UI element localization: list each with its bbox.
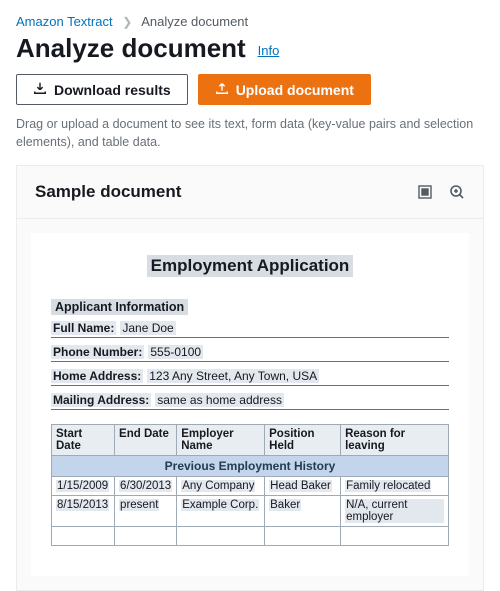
label-home-address: Home Address: (51, 369, 143, 383)
table-row: 1/15/2009 6/30/2013 Any Company Head Bak… (52, 477, 449, 496)
cell: N/A, current employer (345, 499, 444, 523)
chevron-right-icon: ❯ (122, 15, 132, 29)
th-start-date: Start Date (52, 425, 115, 456)
table-row (52, 527, 449, 546)
doc-title: Employment Application (147, 255, 354, 277)
cell: 8/15/2013 (56, 499, 109, 511)
cell: Family relocated (345, 480, 431, 492)
table-caption: Previous Employment History (52, 456, 449, 477)
label-full-name: Full Name: (51, 321, 116, 335)
cell: Example Corp. (181, 499, 259, 511)
value-home-address: 123 Any Street, Any Town, USA (147, 369, 319, 383)
th-end-date: End Date (115, 425, 177, 456)
breadcrumb-current: Analyze document (141, 14, 248, 29)
value-phone: 555-0100 (148, 345, 203, 359)
cell: 1/15/2009 (56, 480, 109, 492)
field-full-name: Full Name: Jane Doe (51, 321, 449, 338)
zoom-in-icon[interactable] (449, 184, 465, 200)
upload-document-button[interactable]: Upload document (198, 74, 371, 105)
label-phone: Phone Number: (51, 345, 144, 359)
field-phone: Phone Number: 555-0100 (51, 345, 449, 362)
upload-icon (215, 81, 229, 98)
download-results-label: Download results (54, 82, 171, 98)
th-position: Position Held (265, 425, 341, 456)
value-full-name: Jane Doe (120, 321, 175, 335)
table-row: 8/15/2013 present Example Corp. Baker N/… (52, 496, 449, 527)
document-preview: Employment Application Applicant Informa… (31, 233, 469, 576)
page-title: Analyze document (16, 33, 246, 64)
cell: Any Company (181, 480, 255, 492)
label-mailing-address: Mailing Address: (51, 393, 151, 407)
upload-document-label: Upload document (236, 82, 354, 98)
cell: Baker (269, 499, 301, 511)
cell: 6/30/2013 (119, 480, 172, 492)
cell: Head Baker (269, 480, 332, 492)
download-icon (33, 81, 47, 98)
help-text: Drag or upload a document to see its tex… (16, 115, 484, 151)
th-reason: Reason for leaving (341, 425, 449, 456)
value-mailing-address: same as home address (155, 393, 284, 407)
sample-document-panel: Sample document Employment Application A… (16, 165, 484, 591)
employment-history-table: Previous Employment History Start Date E… (51, 424, 449, 546)
th-employer: Employer Name (177, 425, 265, 456)
field-home-address: Home Address: 123 Any Street, Any Town, … (51, 369, 449, 386)
field-mailing-address: Mailing Address: same as home address (51, 393, 449, 410)
download-results-button[interactable]: Download results (16, 74, 188, 105)
panel-title: Sample document (35, 182, 401, 202)
breadcrumb-root[interactable]: Amazon Textract (16, 14, 113, 29)
cell: present (119, 499, 159, 511)
breadcrumb: Amazon Textract ❯ Analyze document (16, 14, 484, 29)
table-header-row: Start Date End Date Employer Name Positi… (52, 425, 449, 456)
checkbox-icon[interactable] (417, 184, 433, 200)
info-link[interactable]: Info (258, 43, 280, 58)
section-applicant-info: Applicant Information (51, 299, 188, 315)
